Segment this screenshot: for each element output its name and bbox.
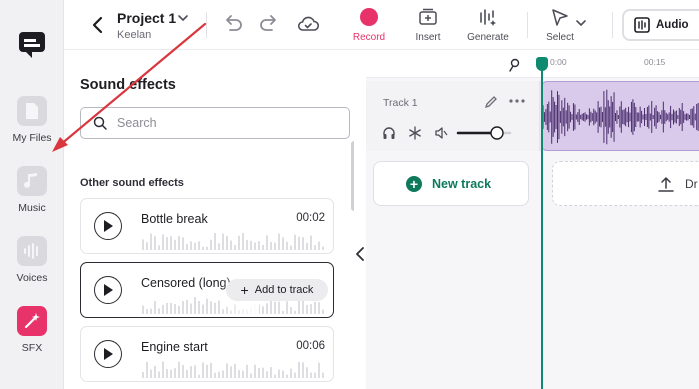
rail-item-my-files[interactable]: My Files	[0, 96, 64, 144]
insert-icon	[419, 8, 437, 25]
play-button[interactable]	[94, 212, 122, 240]
generate-label: Generate	[467, 32, 509, 43]
sound-title: Bottle break	[141, 212, 208, 226]
audio-button[interactable]: Audio	[622, 9, 699, 41]
add-to-track-button[interactable]: + Add to track	[226, 279, 328, 301]
generate-button[interactable]: Generate	[463, 8, 513, 43]
upload-icon	[658, 177, 674, 192]
volume-slider-knob[interactable]	[490, 126, 504, 140]
music-note-icon	[17, 166, 47, 196]
collapse-chevron-icon[interactable]	[354, 246, 366, 262]
rail-item-music[interactable]: Music	[0, 166, 64, 214]
audio-icon	[634, 17, 650, 33]
top-toolbar: Project 1 Keelan Record Insert Generate …	[64, 0, 699, 50]
chevron-down-icon[interactable]	[574, 16, 588, 30]
rail-label-sfx: SFX	[21, 342, 43, 354]
toolbar-divider	[206, 12, 207, 38]
search-icon	[93, 116, 107, 130]
sound-title: Censored (long)	[141, 276, 231, 290]
cursor-icon	[552, 9, 568, 26]
playhead[interactable]	[541, 58, 543, 389]
sound-effects-panel: Sound effects Search Other sound effects…	[64, 50, 364, 389]
rail-item-voices[interactable]: Voices	[0, 236, 64, 284]
drop-zone[interactable]: Dr	[552, 161, 699, 206]
search-input[interactable]: Search	[80, 107, 350, 139]
project-title[interactable]: Project 1	[117, 10, 176, 26]
add-to-track-label: Add to track	[254, 284, 314, 296]
record-label: Record	[352, 32, 386, 43]
audio-clip[interactable]	[541, 81, 699, 151]
undo-icon[interactable]	[221, 12, 245, 36]
rail-label-my-files: My Files	[12, 132, 52, 144]
volume-mute-icon[interactable]	[434, 126, 448, 140]
timeline: 0:00 00:15 Track 1 + New track Dr	[366, 50, 699, 389]
chevron-down-icon[interactable]	[177, 12, 189, 24]
play-icon	[104, 284, 113, 296]
file-icon	[17, 96, 47, 126]
play-button[interactable]	[94, 340, 122, 368]
new-track-button[interactable]: + New track	[373, 161, 529, 206]
back-arrow-icon[interactable]	[88, 14, 108, 36]
sound-waveform	[142, 233, 324, 250]
select-label: Select	[546, 32, 574, 43]
project-owner: Keelan	[117, 29, 152, 41]
left-rail: My Files Music Voices SFX	[0, 0, 64, 389]
rail-label-music: Music	[18, 202, 46, 214]
waveform-icon	[17, 236, 47, 266]
clip-waveform	[542, 89, 699, 145]
app-logo-icon[interactable]	[16, 28, 48, 60]
snap-pin-icon[interactable]	[507, 57, 523, 73]
section-label: Other sound effects	[80, 177, 184, 189]
rail-item-sfx[interactable]: SFX	[0, 306, 64, 354]
sound-waveform	[142, 361, 324, 378]
record-icon	[360, 8, 378, 26]
insert-label: Insert	[415, 32, 441, 43]
more-options-icon[interactable]	[508, 98, 526, 104]
sound-card-censored[interactable]: Censored (long) + Add to track	[80, 262, 334, 318]
audio-button-label: Audio	[656, 19, 689, 31]
ruler-tick-label: 0:00	[550, 57, 567, 67]
toolbar-divider	[527, 12, 528, 38]
toolbar-divider	[612, 12, 613, 38]
plus-circle-icon: +	[406, 176, 422, 192]
volume-slider[interactable]	[454, 125, 514, 141]
search-placeholder: Search	[117, 116, 157, 130]
new-track-label: New track	[432, 176, 492, 191]
plus-icon: +	[240, 282, 249, 298]
sound-title: Engine start	[141, 340, 208, 354]
sound-card-bottle-break[interactable]: Bottle break 00:02	[80, 198, 334, 254]
sound-card-engine-start[interactable]: Engine start 00:06	[80, 326, 334, 382]
play-icon	[104, 220, 113, 232]
magic-wand-icon	[17, 306, 47, 336]
rail-label-voices: Voices	[16, 272, 48, 284]
play-icon	[104, 348, 113, 360]
drop-zone-label: Dr	[685, 176, 698, 191]
time-ruler[interactable]: 0:00 00:15	[366, 50, 699, 78]
pen-edit-icon[interactable]	[484, 95, 498, 109]
redo-icon[interactable]	[257, 12, 281, 36]
record-button[interactable]: Record	[344, 8, 394, 43]
play-button[interactable]	[94, 276, 122, 304]
ruler-tick-label: 00:15	[644, 57, 666, 67]
sound-duration: 00:02	[296, 212, 325, 224]
insert-button[interactable]: Insert	[403, 8, 453, 43]
panel-collapse-strip	[354, 50, 366, 389]
cloud-save-icon[interactable]	[296, 12, 320, 36]
sound-duration: 00:06	[296, 340, 325, 352]
track-header[interactable]: Track 1	[366, 81, 540, 151]
freeze-snowflake-icon[interactable]	[408, 126, 422, 140]
headphones-icon[interactable]	[382, 126, 396, 140]
app-window: My Files Music Voices SFX Project 1 Keel…	[0, 0, 699, 389]
panel-title: Sound effects	[80, 77, 176, 93]
track-name[interactable]: Track 1	[383, 97, 418, 109]
generate-icon	[480, 9, 496, 26]
